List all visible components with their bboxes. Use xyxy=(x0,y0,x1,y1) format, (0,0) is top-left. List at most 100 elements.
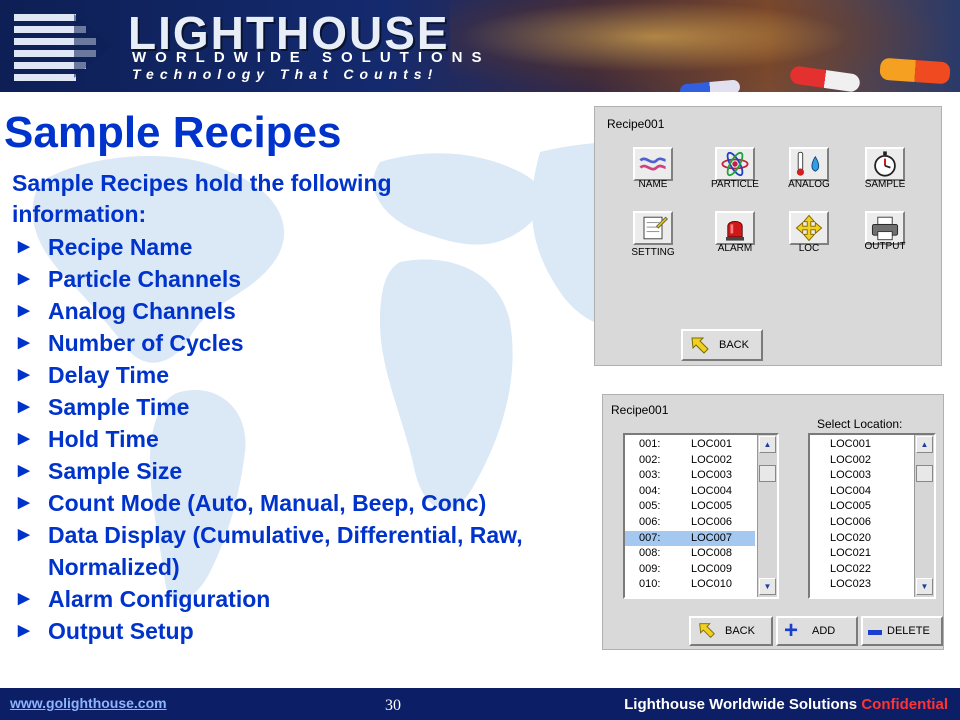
row-location: LOC005 xyxy=(691,500,732,513)
recipe-menu-screen: Recipe001 NAME PARTICLE ANALOG SAMPLE SETTIN… xyxy=(594,106,942,366)
location-row[interactable]: 007: LOC007 xyxy=(625,530,755,546)
row-number: 005: xyxy=(639,500,661,513)
available-location-row[interactable]: LOC020 xyxy=(830,531,871,546)
back-button[interactable]: BACK xyxy=(689,616,773,646)
tile-sample-button[interactable] xyxy=(865,147,905,181)
tile-alarm-button[interactable] xyxy=(715,211,755,245)
tile-label: LOC xyxy=(798,243,820,254)
alarm-light-icon xyxy=(726,221,744,241)
feature-list-item: ▶ Number of Cycles xyxy=(18,327,578,359)
atom-icon xyxy=(721,151,749,177)
header-banner: LIGHTHOUSE WORLDWIDE SOLUTIONS Technolog… xyxy=(0,0,960,92)
location-row[interactable]: 009: LOC009 xyxy=(625,562,755,577)
location-row[interactable]: 003: LOC003 xyxy=(625,468,755,483)
stopwatch-icon xyxy=(874,151,896,177)
row-location: LOC006 xyxy=(691,516,732,528)
tile-label: SETTING xyxy=(631,247,675,258)
delete-button[interactable]: DELETE xyxy=(861,616,943,646)
row-number: 003: xyxy=(639,469,661,482)
tile-analog-button[interactable] xyxy=(789,147,829,181)
row-number: 009: xyxy=(639,562,661,575)
bullet-arrow-icon: ▶ xyxy=(18,590,30,607)
available-location-row[interactable]: LOC022 xyxy=(830,562,871,577)
footer-company: Lighthouse Worldwide Solutions Confident… xyxy=(624,696,948,713)
page-title: Sample Recipes xyxy=(4,108,342,157)
available-scrollbar[interactable]: ▲ ▼ xyxy=(914,435,934,597)
move-arrows-icon xyxy=(795,214,823,242)
bullet-arrow-icon: ▶ xyxy=(18,398,30,415)
back-button[interactable]: BACK xyxy=(681,329,763,361)
feature-list-item: ▶ Delay Time xyxy=(18,359,578,391)
feature-list-item: ▶ Sample Time xyxy=(18,391,578,423)
scroll-down-icon[interactable]: ▼ xyxy=(916,578,933,595)
scroll-up-icon[interactable]: ▲ xyxy=(759,436,776,453)
tile-label: ANALOG xyxy=(788,179,830,190)
location-recipe-title: Recipe001 xyxy=(611,403,669,417)
tile-loc-button[interactable] xyxy=(789,211,829,245)
minus-icon xyxy=(868,630,882,635)
available-location-row[interactable]: LOC004 xyxy=(830,484,871,499)
bullet-arrow-icon: ▶ xyxy=(18,494,30,511)
row-number: 006: xyxy=(639,516,661,528)
bullet-arrow-icon: ▶ xyxy=(18,622,30,639)
available-location-row[interactable]: LOC021 xyxy=(830,546,871,561)
available-location-row[interactable]: LOC005 xyxy=(830,499,871,514)
row-location: LOC002 xyxy=(691,453,732,466)
available-location-row[interactable]: LOC006 xyxy=(830,515,871,530)
recipe-title: Recipe001 xyxy=(607,117,665,131)
location-row[interactable]: 002: LOC002 xyxy=(625,453,755,468)
row-number: 010: xyxy=(639,578,661,591)
row-number: 004: xyxy=(639,484,661,497)
feature-list-item: ▶ Sample Size xyxy=(18,455,578,487)
location-row[interactable]: 006: LOC006 xyxy=(625,515,755,530)
tile-name-button[interactable] xyxy=(633,147,673,181)
notepad-icon xyxy=(643,216,669,240)
row-location: LOC001 xyxy=(691,438,732,450)
delete-label: DELETE xyxy=(887,625,930,637)
feature-list-item: ▶ Output Setup xyxy=(18,615,578,647)
feature-list-text: Output Setup xyxy=(48,618,194,644)
tile-output-button[interactable] xyxy=(865,211,905,245)
scroll-down-icon[interactable]: ▼ xyxy=(759,578,776,595)
bullet-arrow-icon: ▶ xyxy=(18,526,30,543)
name-wave-icon xyxy=(639,157,666,171)
tile-setting-button[interactable] xyxy=(633,211,673,245)
row-number: 001: xyxy=(639,438,661,450)
location-row[interactable]: 008: LOC008 xyxy=(625,546,755,561)
feature-list-item: ▶ Hold Time xyxy=(18,423,578,455)
feature-list-text: Count Mode (Auto, Manual, Beep, Conc) xyxy=(48,490,487,516)
scroll-thumb[interactable] xyxy=(759,465,776,482)
company-tagline: Technology That Counts! xyxy=(132,66,439,82)
thermometer-icon xyxy=(796,151,820,176)
add-button[interactable]: + ADD xyxy=(776,616,858,646)
tile-label: NAME xyxy=(638,179,668,190)
row-number: 007: xyxy=(639,531,661,544)
location-row[interactable]: 010: LOC010 xyxy=(625,577,755,592)
plus-icon: + xyxy=(784,617,799,644)
available-location-row[interactable]: LOC003 xyxy=(830,468,871,483)
feature-list-text: Particle Channels xyxy=(48,266,242,292)
printer-icon xyxy=(871,216,899,241)
website-link[interactable]: www.golighthouse.com xyxy=(10,695,167,711)
available-location-row[interactable]: LOC001 xyxy=(830,437,871,452)
scroll-thumb[interactable] xyxy=(916,465,933,482)
assigned-locations-list[interactable]: 001: LOC001 002: LOC002 003: LOC003 004: LOC004… xyxy=(623,433,779,599)
assigned-scrollbar[interactable]: ▲ ▼ xyxy=(757,435,777,597)
row-location: LOC007 xyxy=(691,531,732,544)
available-location-row[interactable]: LOC023 xyxy=(830,577,871,592)
scroll-up-icon[interactable]: ▲ xyxy=(916,436,933,453)
row-location: LOC009 xyxy=(691,562,732,575)
location-screen: Recipe001 Select Location: 001: LOC001 002… xyxy=(602,394,944,650)
location-row[interactable]: 001: LOC001 xyxy=(625,437,755,452)
feature-list-text: Sample Time xyxy=(48,394,190,420)
location-row[interactable]: 004: LOC004 xyxy=(625,484,755,499)
tile-particle-button[interactable] xyxy=(715,147,755,181)
bullet-arrow-icon: ▶ xyxy=(18,302,30,319)
bullet-arrow-icon: ▶ xyxy=(18,462,30,479)
location-row[interactable]: 005: LOC005 xyxy=(625,499,755,514)
row-location: LOC004 xyxy=(691,484,732,497)
tile-label: SAMPLE xyxy=(864,179,906,190)
available-location-row[interactable]: LOC002 xyxy=(830,453,871,468)
available-locations-list[interactable]: LOC001 LOC002 LOC003 LOC004 LOC005 LOC006 LOC0… xyxy=(808,433,936,599)
feature-list-text: Analog Channels xyxy=(48,298,236,324)
